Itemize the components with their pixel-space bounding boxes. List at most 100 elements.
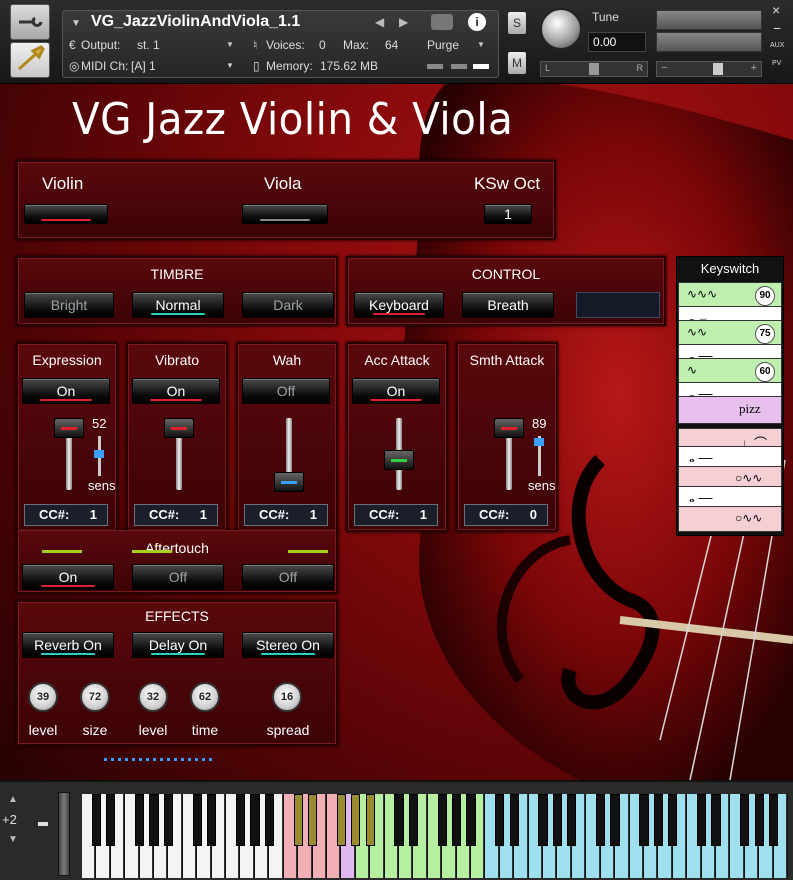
max-voices-value[interactable]: 64	[385, 38, 398, 52]
collapse-icon[interactable]: ▼	[71, 18, 81, 29]
midi-channel-select[interactable]: [A] 1	[131, 59, 156, 73]
octave-up-icon[interactable]: ▲	[8, 794, 18, 805]
smooth-attack-cc-field[interactable]: CC#: 0	[464, 504, 548, 526]
pv-button[interactable]: PV	[772, 60, 781, 67]
expression-toggle[interactable]: On	[22, 378, 110, 404]
view-toggle-1[interactable]	[427, 64, 443, 69]
black-key[interactable]	[668, 794, 678, 846]
delay-level-knob[interactable]: 32	[138, 682, 168, 712]
black-key[interactable]	[452, 794, 462, 846]
pan-handle[interactable]	[589, 63, 599, 75]
wah-fader-handle[interactable]	[274, 472, 304, 492]
control-breath-button[interactable]: Breath	[462, 292, 554, 318]
piano-keyboard[interactable]	[82, 794, 788, 878]
keyswitch-1[interactable]: ∿∿∿ 90	[678, 282, 782, 308]
smooth-attack-sens-handle[interactable]	[534, 438, 544, 446]
black-key[interactable]	[552, 794, 563, 846]
instrument-name[interactable]: VG_JazzViolinAndViola_1.1	[91, 13, 300, 31]
black-key[interactable]	[235, 794, 246, 846]
control-value-box[interactable]	[576, 292, 660, 318]
vibrato-cc-field[interactable]: CC#: 1	[134, 504, 218, 526]
black-key[interactable]	[610, 794, 620, 846]
expression-cc-field[interactable]: CC#: 1	[24, 504, 108, 526]
camera-icon[interactable]	[431, 14, 453, 30]
aux-button[interactable]: AUX	[770, 42, 784, 49]
output-select[interactable]: st. 1	[137, 38, 237, 52]
tune-knob[interactable]	[540, 8, 582, 50]
black-key[interactable]	[91, 794, 102, 846]
black-key[interactable]	[207, 794, 217, 846]
black-key[interactable]	[293, 794, 303, 846]
black-key[interactable]	[466, 794, 476, 846]
black-key[interactable]	[696, 794, 707, 846]
black-key[interactable]	[509, 794, 519, 846]
black-key[interactable]	[538, 794, 548, 846]
black-key[interactable]	[567, 794, 577, 846]
black-key[interactable]	[307, 794, 318, 846]
aftertouch-toggle-1[interactable]: On	[22, 564, 114, 590]
black-key[interactable]	[106, 794, 116, 846]
timbre-normal-button[interactable]: Normal	[132, 292, 224, 318]
wah-cc-field[interactable]: CC#: 1	[244, 504, 328, 526]
black-key[interactable]	[754, 794, 764, 846]
acc-attack-cc-field[interactable]: CC#: 1	[354, 504, 438, 526]
black-key[interactable]	[264, 794, 274, 846]
black-key[interactable]	[135, 794, 145, 846]
black-key[interactable]	[149, 794, 159, 846]
tune-value[interactable]: 0.00	[588, 32, 646, 52]
info-icon[interactable]: i	[468, 13, 486, 31]
violin-button[interactable]	[24, 204, 108, 224]
pan-slider[interactable]: L R	[540, 61, 648, 77]
acc-attack-fader-handle[interactable]	[384, 450, 414, 470]
ksw-oct-value[interactable]: 1	[484, 204, 532, 224]
prev-instrument-icon[interactable]: ◀	[375, 15, 384, 29]
midi-dropdown-icon[interactable]: ▼	[226, 61, 234, 70]
solo-button[interactable]: S	[508, 12, 526, 34]
wrench-button[interactable]	[10, 4, 50, 40]
purge-button[interactable]: Purge	[427, 38, 459, 52]
volume-handle[interactable]	[713, 63, 723, 75]
delay-button[interactable]: Delay On	[132, 632, 224, 658]
aftertouch-toggle-3[interactable]: Off	[242, 564, 334, 590]
view-toggle-2[interactable]	[451, 64, 467, 69]
black-key[interactable]	[740, 794, 750, 846]
stereo-button[interactable]: Stereo On	[242, 632, 334, 658]
purge-dropdown-icon[interactable]: ▼	[477, 40, 485, 49]
reverb-button[interactable]: Reverb On	[22, 632, 114, 658]
timbre-bright-button[interactable]: Bright	[24, 292, 114, 318]
keyswitch-pizz[interactable]: pizz	[678, 396, 782, 424]
black-key[interactable]	[351, 794, 361, 846]
output-dropdown-icon[interactable]: ▼	[226, 40, 234, 49]
mute-button[interactable]: M	[508, 52, 526, 74]
smooth-attack-fader-handle[interactable]	[494, 418, 524, 438]
black-key[interactable]	[394, 794, 404, 846]
black-key[interactable]	[365, 794, 375, 846]
octave-down-icon[interactable]: ▼	[8, 834, 18, 845]
black-key[interactable]	[408, 794, 418, 846]
minimize-button[interactable]: −	[773, 20, 781, 36]
black-key[interactable]	[495, 794, 505, 846]
black-key[interactable]	[437, 794, 447, 846]
vibrato-fader-handle[interactable]	[164, 418, 194, 438]
black-key[interactable]	[653, 794, 663, 846]
black-key[interactable]	[250, 794, 260, 846]
black-key[interactable]	[639, 794, 649, 846]
reverb-size-knob[interactable]: 72	[80, 682, 110, 712]
expression-fader-handle[interactable]	[54, 418, 84, 438]
stereo-spread-knob[interactable]: 16	[272, 682, 302, 712]
black-key[interactable]	[192, 794, 202, 846]
black-key[interactable]	[711, 794, 721, 846]
close-button[interactable]: ×	[772, 2, 780, 18]
black-key[interactable]	[768, 794, 779, 846]
keyswitch-3[interactable]: ∿∿ 75	[678, 320, 782, 346]
view-toggle-3[interactable]	[473, 64, 489, 69]
reverb-level-knob[interactable]: 39	[28, 682, 58, 712]
keyswitch-5[interactable]: ∿ 60	[678, 358, 782, 384]
vibrato-toggle[interactable]: On	[132, 378, 220, 404]
timbre-dark-button[interactable]: Dark	[242, 292, 334, 318]
black-key[interactable]	[596, 794, 606, 846]
mod-wheel[interactable]	[58, 792, 70, 876]
instrument-icon-button[interactable]	[10, 42, 50, 78]
viola-button[interactable]	[242, 204, 328, 224]
delay-time-knob[interactable]: 62	[190, 682, 220, 712]
